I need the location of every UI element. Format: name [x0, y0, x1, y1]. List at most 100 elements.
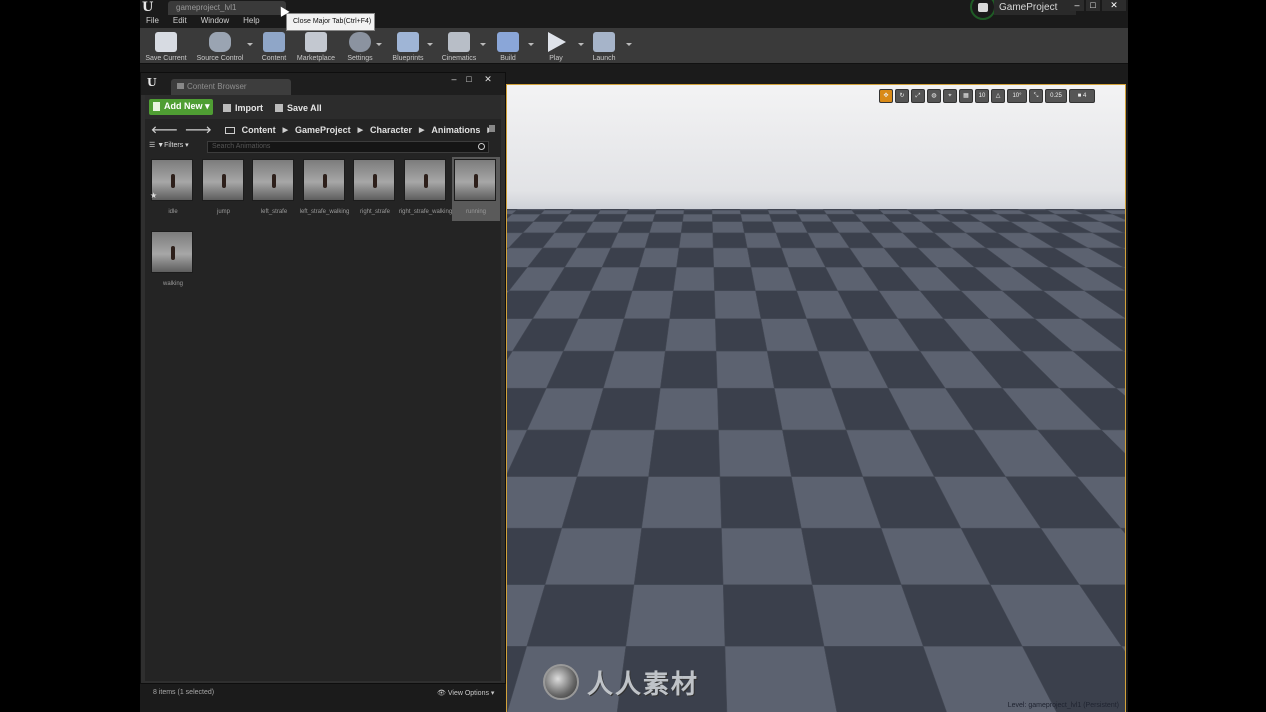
item-count-status: 8 items (1 selected)	[153, 689, 215, 696]
asset-name: running	[465, 209, 486, 215]
minimize-button[interactable]: –	[1070, 0, 1084, 11]
chevron-right-icon[interactable]: ▶	[283, 126, 288, 134]
project-icon	[978, 3, 988, 12]
settings-button[interactable]: Settings	[342, 30, 378, 64]
maximize-button[interactable]: □	[1086, 0, 1100, 11]
floor-tile	[747, 247, 789, 268]
import-label: Import	[235, 103, 263, 113]
floor-tile	[717, 387, 783, 431]
floor-tile	[648, 429, 721, 477]
translate-tool-icon[interactable]: ✥	[879, 89, 893, 103]
floor-tile	[568, 209, 601, 215]
floor-tile	[676, 247, 715, 268]
launch-label: Launch	[592, 55, 616, 62]
play-dropdown[interactable]	[578, 43, 584, 46]
blueprints-dropdown[interactable]	[427, 43, 433, 46]
add-new-button[interactable]: Add New ▾	[149, 99, 213, 115]
save-icon	[155, 32, 177, 52]
blueprints-icon	[397, 32, 419, 52]
forward-arrow-icon[interactable]: 🡒	[185, 124, 212, 136]
menu-bar: File Edit Window Help	[146, 16, 274, 28]
camera-speed-icon[interactable]: ■ 4	[1069, 89, 1095, 103]
floor-tile	[769, 213, 803, 222]
viewport-toolbar: ✥ ↻ ⤢ ◍ ⌖ ▦ 10 △ 10° ⤡ 0.25 ■ 4	[879, 89, 1095, 105]
source-control-dropdown[interactable]	[247, 43, 253, 46]
build-button[interactable]: Build	[490, 30, 526, 64]
floor-tile	[851, 209, 885, 215]
floor-tile	[603, 350, 666, 389]
play-icon	[548, 32, 566, 52]
close-button[interactable]: ✕	[1102, 0, 1126, 11]
level-viewport[interactable]: ✥ ↻ ⤢ ◍ ⌖ ▦ 10 △ 10° ⤡ 0.25 ■ 4 人人素材 Lev…	[506, 84, 1126, 712]
cb-maximize-button[interactable]: □	[462, 75, 476, 85]
build-dropdown[interactable]	[528, 43, 534, 46]
watermark-logo-icon	[543, 664, 579, 700]
marketplace-button[interactable]: Marketplace	[297, 30, 335, 64]
content-browser-titlebar[interactable]: U Content Browser – □ ✕	[141, 73, 505, 95]
menu-help[interactable]: Help	[243, 16, 259, 28]
breadcrumb-content[interactable]: Content	[242, 125, 276, 135]
view-options-button[interactable]: 👁 View Options ▾	[437, 689, 494, 697]
rotate-tool-icon[interactable]: ↻	[895, 89, 909, 103]
star-icon: ★	[150, 191, 158, 200]
filters-dropdown[interactable]: ☰ ▼Filters ▾	[149, 141, 189, 149]
search-input[interactable]: Search Animations	[207, 141, 489, 153]
asset-tile[interactable]: ★ idle	[149, 157, 197, 221]
settings-dropdown[interactable]	[376, 43, 382, 46]
view-options-label: View Options	[447, 690, 489, 697]
floor-tile	[879, 209, 914, 215]
scale-snap-icon[interactable]: ⤡	[1029, 89, 1043, 103]
blueprints-button[interactable]: Blueprints	[390, 30, 426, 64]
character-figure-icon	[171, 246, 175, 260]
asset-tile[interactable]: running	[452, 157, 500, 221]
floor-tile	[712, 247, 752, 268]
scale-tool-icon[interactable]: ⤢	[911, 89, 925, 103]
angle-snap-icon[interactable]: △	[991, 89, 1005, 103]
surface-snap-icon[interactable]: ⌖	[943, 89, 957, 103]
grid-size-value[interactable]: 10	[975, 89, 989, 103]
menu-window[interactable]: Window	[201, 16, 229, 28]
world-space-icon[interactable]: ◍	[927, 89, 941, 103]
floor-tile	[576, 429, 656, 477]
launch-dropdown[interactable]	[626, 43, 632, 46]
asset-tile[interactable]: left_strafe	[250, 157, 298, 221]
cb-minimize-button[interactable]: –	[447, 75, 461, 85]
angle-snap-value[interactable]: 10°	[1007, 89, 1027, 103]
level-tab[interactable]: gameproject_lvl1	[168, 1, 286, 15]
save-current-button[interactable]: Save Current	[145, 30, 187, 64]
cb-close-button[interactable]: ✕	[481, 75, 495, 85]
menu-file[interactable]: File	[146, 16, 159, 28]
content-browser-tab[interactable]: Content Browser	[171, 79, 291, 95]
launch-button[interactable]: Launch	[586, 30, 622, 64]
cinematics-button[interactable]: Cinematics	[440, 30, 478, 64]
character-figure-icon	[373, 174, 377, 188]
lock-icon[interactable]	[489, 125, 495, 132]
floor-tile	[511, 209, 546, 215]
asset-tile[interactable]: left_strafe_walking	[300, 157, 349, 221]
asset-tile[interactable]: right_strafe	[351, 157, 399, 221]
asset-tile[interactable]: walking	[149, 229, 197, 293]
import-button[interactable]: Import	[223, 103, 263, 113]
chevron-right-icon[interactable]: ▶	[419, 126, 424, 134]
play-button[interactable]: Play	[538, 30, 574, 64]
floor-tile	[711, 213, 743, 222]
floor-tile	[714, 290, 762, 319]
back-arrow-icon[interactable]: 🡐	[151, 124, 178, 136]
save-all-button[interactable]: Save All	[275, 103, 322, 113]
asset-tile[interactable]: jump	[200, 157, 248, 221]
breadcrumb-gameproject[interactable]: GameProject	[295, 125, 351, 135]
chevron-right-icon[interactable]: ▶	[358, 126, 363, 134]
cinematics-dropdown[interactable]	[480, 43, 486, 46]
floor-tile	[665, 318, 717, 352]
floor-tile	[544, 527, 642, 585]
menu-edit[interactable]: Edit	[173, 16, 187, 28]
breadcrumb-animations[interactable]: Animations	[431, 125, 480, 135]
asset-tile[interactable]: right_strafe_walking	[399, 157, 452, 221]
grid-snap-icon[interactable]: ▦	[959, 89, 973, 103]
breadcrumb-character[interactable]: Character	[370, 125, 412, 135]
source-control-button[interactable]: Source Control	[197, 30, 243, 64]
floor-tile	[795, 209, 828, 215]
floor-tile	[654, 209, 685, 215]
scale-snap-value[interactable]: 0.25	[1045, 89, 1067, 103]
content-button[interactable]: Content	[256, 30, 292, 64]
